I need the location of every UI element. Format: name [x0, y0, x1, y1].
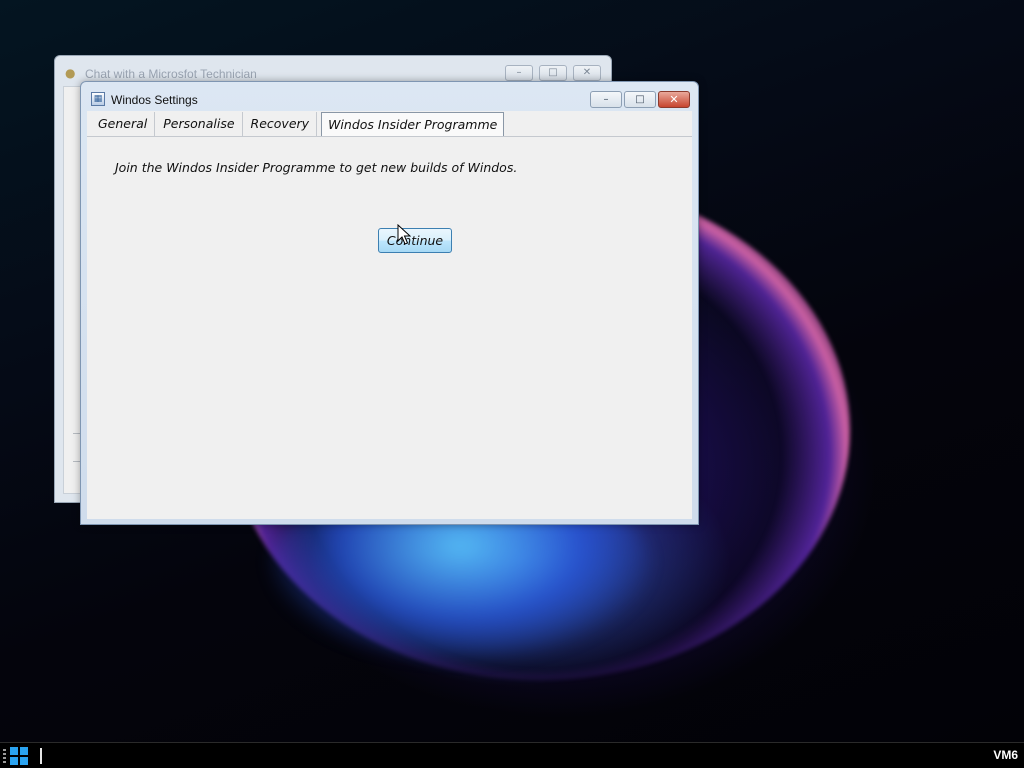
maximize-button[interactable]: □ [624, 91, 656, 108]
insider-description: Join the Windos Insider Programme to get… [115, 160, 518, 175]
insider-programme-panel: Join the Windos Insider Programme to get… [87, 136, 692, 519]
settings-window-title: Windos Settings [111, 93, 198, 107]
chat-window-title: Chat with a Microsfot Technician [85, 67, 257, 81]
close-button[interactable]: ✕ [658, 91, 690, 108]
continue-button[interactable]: Continue [378, 228, 452, 253]
taskbar: VM6 [0, 742, 1024, 768]
tab-personalise[interactable]: Personalise [155, 112, 243, 136]
settings-client-area: General Personalise Recovery Windos Insi… [87, 111, 692, 519]
chat-close-button[interactable]: ✕ [573, 65, 601, 81]
chat-window-controls: – □ ✕ [505, 65, 601, 81]
taskbar-grip[interactable] [3, 749, 6, 763]
minimize-button[interactable]: – [590, 91, 622, 108]
tab-recovery[interactable]: Recovery [243, 112, 318, 136]
settings-window-controls: – □ ✕ [590, 91, 690, 108]
settings-window-icon: ▦ [91, 92, 105, 106]
chat-minimize-button[interactable]: – [505, 65, 533, 81]
tab-general[interactable]: General [90, 112, 156, 136]
mouse-cursor-icon [397, 224, 411, 245]
settings-tab-strip: General Personalise Recovery Windos Insi… [90, 112, 505, 137]
windows-logo-icon[interactable] [10, 747, 28, 765]
chat-maximize-button[interactable]: □ [539, 65, 567, 81]
settings-window[interactable]: ▦ Windos Settings – □ ✕ General Personal… [80, 81, 699, 525]
settings-titlebar[interactable]: ▦ Windos Settings – □ ✕ [81, 82, 698, 112]
users-icon: ● [65, 66, 76, 80]
vm-label: VM6 [993, 748, 1018, 762]
tab-windos-insider-programme[interactable]: Windos Insider Programme [321, 112, 505, 137]
taskbar-divider [40, 748, 42, 764]
